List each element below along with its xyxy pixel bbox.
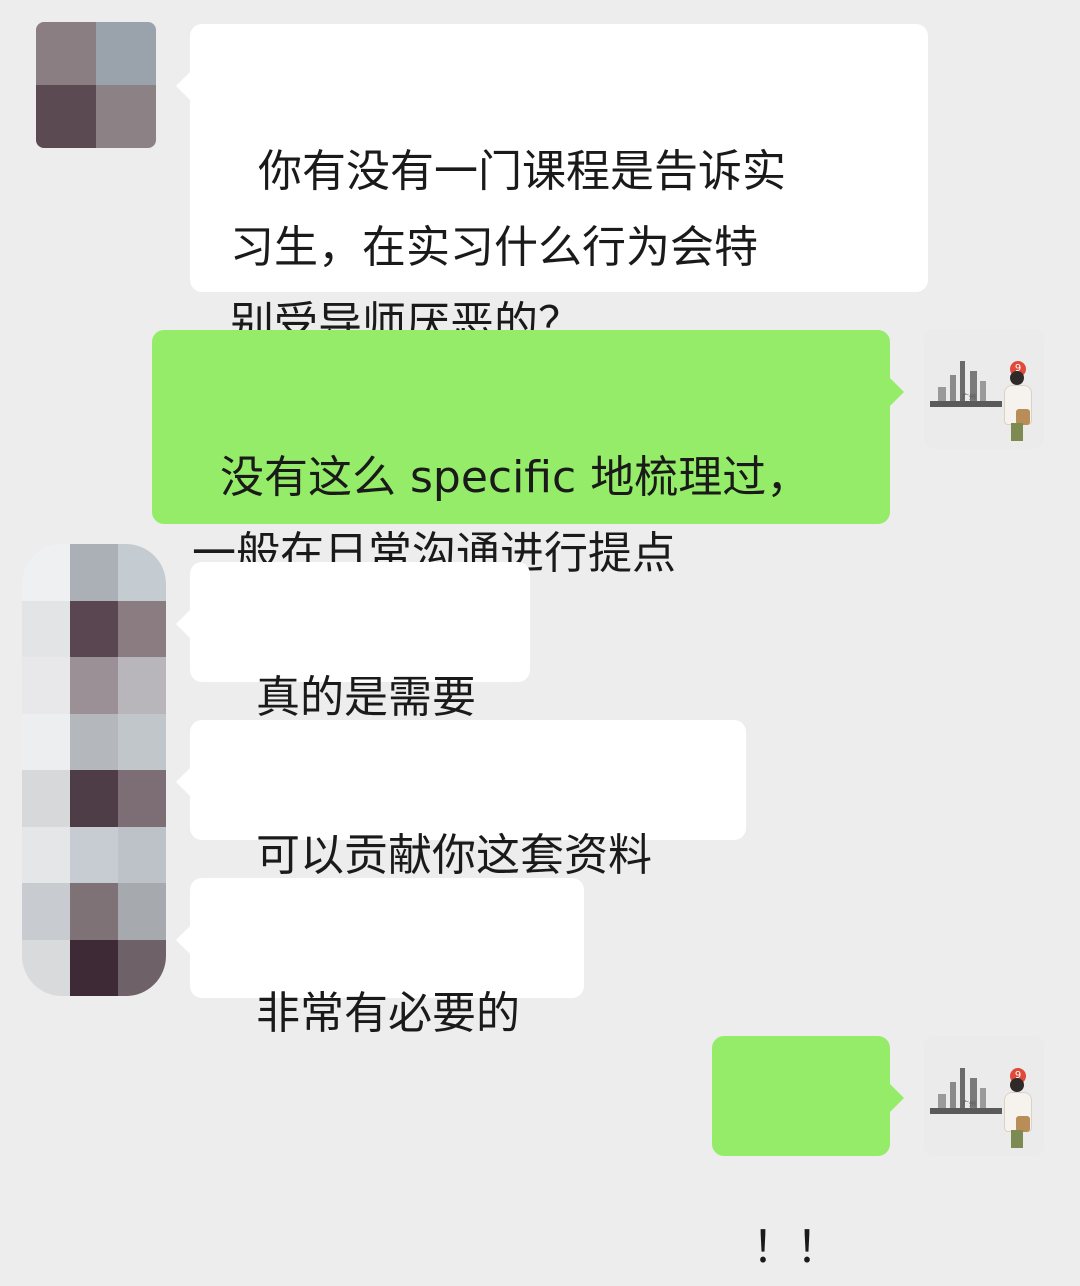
person-figure xyxy=(1002,1078,1032,1148)
message-text: 真的是需要 xyxy=(255,672,476,723)
city-skyline-icon xyxy=(930,1068,1002,1114)
message-text: 你有没有一门课程是告诉实 习生，在实习什么行为会特 别受导师厌恶的？ xyxy=(230,146,786,349)
message-text: 非常有必要的 xyxy=(255,988,520,1039)
message-bubble-incoming[interactable]: 真的是需要 xyxy=(176,562,530,723)
message-text: 可以贡献你这套资料 xyxy=(255,830,652,881)
my-avatar[interactable]: 广州 9 xyxy=(924,1036,1044,1156)
contact-avatar-pixelated[interactable] xyxy=(22,544,166,996)
contact-avatar-pixelated[interactable] xyxy=(36,22,156,148)
message-bubble-outgoing[interactable]: 没有这么 specific 地梳理过， 一般在日常沟通进行提点 xyxy=(152,330,904,579)
my-avatar[interactable]: 广州 9 xyxy=(924,329,1044,449)
message-bubble-incoming[interactable]: 你有没有一门课程是告诉实 习生，在实习什么行为会特 别受导师厌恶的？ xyxy=(176,24,928,349)
person-figure xyxy=(1002,371,1032,441)
message-bubble-incoming[interactable]: 非常有必要的 xyxy=(176,878,584,1039)
message-bubble-incoming[interactable]: 可以贡献你这套资料 xyxy=(176,720,746,881)
message-bubble-outgoing[interactable]: ！！ xyxy=(712,1036,904,1273)
avatar-caption: 广州 xyxy=(962,393,976,401)
message-text: ！！ xyxy=(752,1222,840,1273)
avatar-caption: 广州 xyxy=(962,1100,976,1108)
message-text: 没有这么 specific 地梳理过， 一般在日常沟通进行提点 xyxy=(192,452,811,579)
city-skyline-icon xyxy=(930,361,1002,407)
